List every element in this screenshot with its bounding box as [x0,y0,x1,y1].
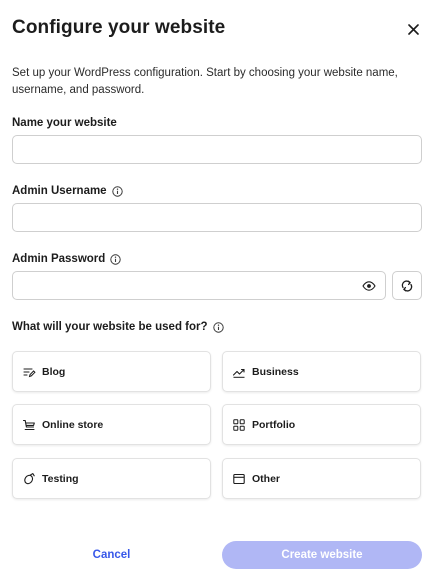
usage-question-text: What will your website be used for? [12,321,208,333]
usage-option-testing[interactable]: Testing [12,458,211,499]
usage-option-blog[interactable]: Blog [12,351,211,392]
usage-option-label: Portfolio [252,418,296,431]
usage-option-label: Testing [42,472,79,485]
site-name-input[interactable] [12,135,422,164]
usage-option-business[interactable]: Business [222,351,421,392]
configure-website-dialog: Configure your website Set up your WordP… [0,0,437,587]
info-icon[interactable] [111,185,123,197]
usage-option-online-store[interactable]: Online store [12,404,211,445]
trend-icon [232,365,246,379]
window-icon [232,472,246,486]
usage-option-label: Blog [42,365,66,378]
create-website-button[interactable]: Create website [222,541,422,569]
cart-icon [22,418,36,432]
refresh-icon [401,279,413,292]
dialog-description: Set up your WordPress configuration. Sta… [12,67,398,96]
info-icon[interactable] [110,253,122,265]
admin-username-label-text: Admin Username [12,185,107,197]
site-name-label: Name your website [12,117,117,129]
grid-icon [232,418,246,432]
usage-option-label: Business [252,365,299,378]
usage-option-label: Other [252,472,281,485]
admin-username-label: Admin Username [12,185,123,197]
close-icon [407,23,419,35]
close-button[interactable] [402,18,424,40]
show-password-eye-icon[interactable] [362,279,376,293]
regenerate-password-button[interactable] [392,271,422,300]
usage-option-portfolio[interactable]: Portfolio [222,404,421,445]
usage-option-other[interactable]: Other [222,458,421,499]
info-icon[interactable] [212,321,224,333]
dialog-title: Configure your website [12,17,226,38]
admin-password-input[interactable] [12,271,386,300]
site-name-label-text: Name your website [12,117,117,129]
admin-password-label: Admin Password [12,253,122,265]
flask-icon [22,472,36,486]
cancel-button[interactable]: Cancel [12,541,211,569]
blog-icon [22,365,36,379]
usage-option-label: Online store [42,418,104,431]
admin-username-input[interactable] [12,203,422,232]
admin-password-label-text: Admin Password [12,253,106,265]
usage-question-label: What will your website be used for? [12,321,224,333]
